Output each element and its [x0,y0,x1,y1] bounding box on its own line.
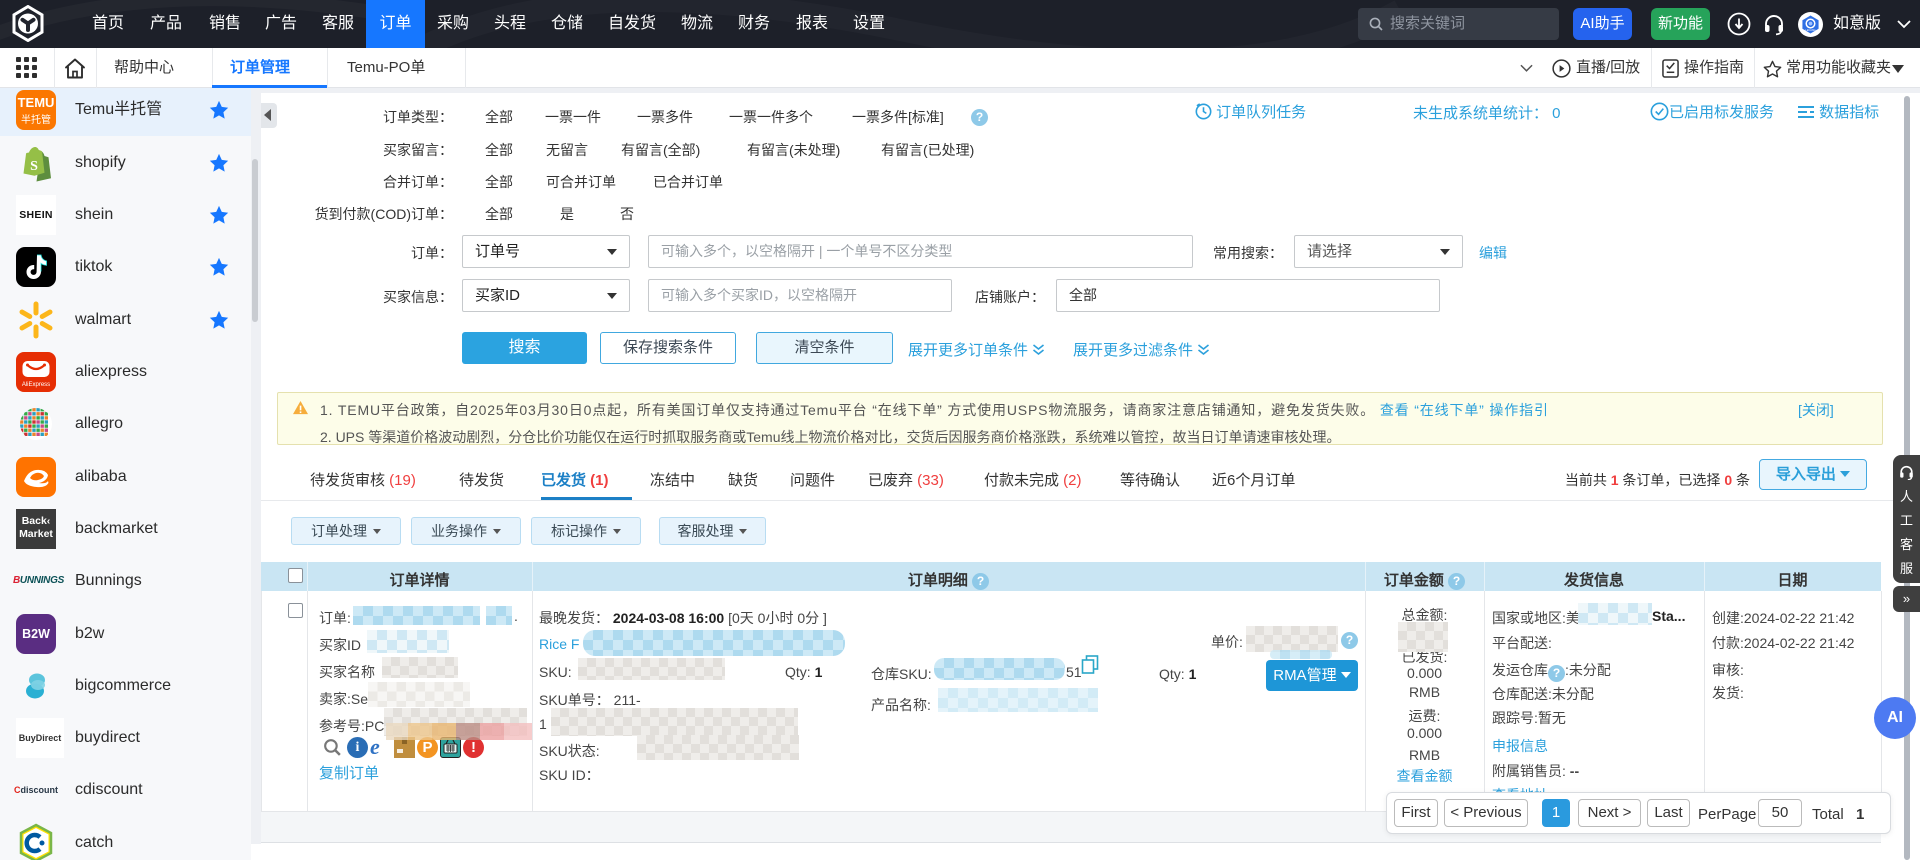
svg-text:AliExpress: AliExpress [22,382,50,388]
svg-text:S: S [30,159,38,174]
svg-text:LECANG: LECANG [1805,29,1815,32]
